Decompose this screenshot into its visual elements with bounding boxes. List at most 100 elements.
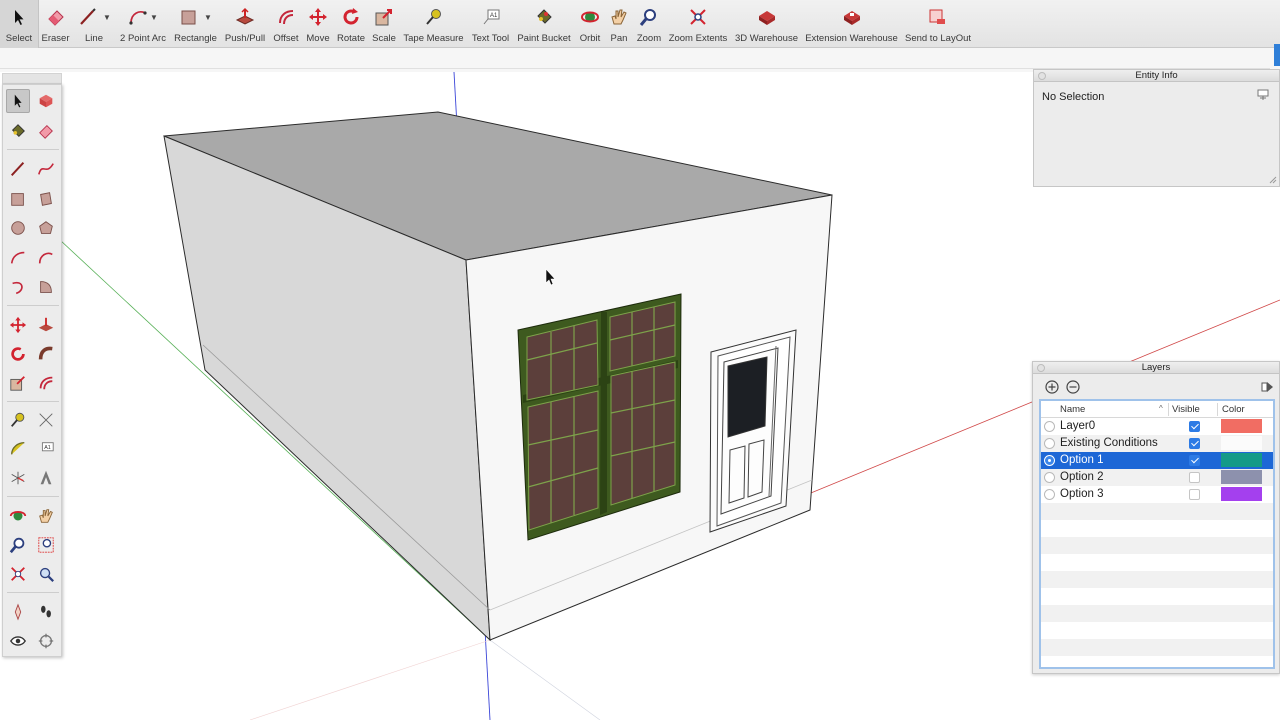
palette-two-point-arc-button[interactable] [34,246,58,270]
visibility-checkbox[interactable] [1189,489,1200,500]
panel-close-button[interactable] [1038,72,1046,80]
resize-grip-icon[interactable] [1269,176,1277,184]
text-tool-button[interactable]: A1 Text Tool [468,0,513,48]
palette-look-around-button[interactable] [6,629,30,653]
palette-three-point-arc-button[interactable] [6,275,30,299]
palette-scale-button[interactable] [6,371,30,395]
palette-axes-button[interactable] [6,466,30,490]
scale-tool-button[interactable]: Scale [369,0,399,48]
sketchup-window: { "toolbar": { "tools": [ {"label": "Sel… [0,0,1280,720]
palette-paint-bucket-button[interactable] [6,119,30,143]
push-pull-tool-button[interactable]: Push/Pull [224,0,266,48]
palette-pie-button[interactable] [34,275,58,299]
palette-zoom-window-button[interactable] [34,533,58,557]
door-model[interactable] [709,329,797,533]
divider [7,592,59,593]
palette-line-button[interactable] [6,157,30,181]
visibility-checkbox[interactable] [1189,421,1200,432]
column-header-visible[interactable]: Visible [1172,404,1200,415]
palette-follow-me-button[interactable] [34,342,58,366]
pan-tool-button[interactable]: Pan [606,0,632,48]
empty-row [1041,656,1273,667]
active-layer-radio[interactable] [1044,421,1055,432]
two-point-arc-tool-button[interactable]: ▼ 2 Point Arc [118,0,168,48]
text-tool-icon: A1 [41,442,54,452]
palette-orbit-button[interactable] [6,504,30,528]
select-tool-button[interactable]: Select [0,0,39,48]
layer-color-swatch[interactable] [1221,419,1262,433]
remove-layer-icon[interactable] [1066,380,1080,394]
palette-make-component-button[interactable] [34,89,58,113]
palette-select-button[interactable] [6,89,30,113]
layers-details-icon[interactable] [1260,380,1274,394]
paint-bucket-tool-button[interactable]: Paint Bucket [515,0,573,48]
rectangle-tool-button[interactable]: ▼ Rectangle [172,0,219,48]
layer-row[interactable]: Option 2 [1041,469,1273,486]
palette-rectangle-button[interactable] [6,187,30,211]
palette-move-button[interactable] [6,313,30,337]
palette-eraser-button[interactable] [34,119,58,143]
layer-row[interactable]: Layer0 [1041,418,1273,435]
palette-rotate-button[interactable] [6,342,30,366]
arc-icon [129,10,147,25]
window-edge-accent [1274,44,1280,66]
palette-zoom-button[interactable] [6,533,30,557]
layer-color-swatch[interactable] [1221,487,1262,501]
palette-zoom-extents-button[interactable] [6,562,30,586]
palette-walk-button[interactable] [34,600,58,624]
palette-offset-button[interactable] [34,371,58,395]
add-layer-icon[interactable] [1045,380,1059,394]
toggle-details-icon[interactable] [1257,89,1269,101]
layer-color-swatch[interactable] [1221,453,1262,467]
active-layer-radio[interactable] [1044,489,1055,500]
column-header-name[interactable]: Name [1060,404,1085,415]
eraser-tool-button[interactable]: Eraser [40,0,71,48]
layer-name[interactable]: Option 2 [1060,471,1103,483]
palette-arc-button[interactable] [6,246,30,270]
visibility-checkbox[interactable] [1189,472,1200,483]
palette-pan-button[interactable] [34,504,58,528]
palette-rotated-rectangle-button[interactable] [34,187,58,211]
active-layer-radio[interactable] [1044,455,1055,466]
column-header-color[interactable]: Color [1222,404,1245,415]
move-tool-button[interactable]: Move [303,0,333,48]
layer-color-swatch[interactable] [1221,470,1262,484]
layer-name[interactable]: Existing Conditions [1060,437,1158,449]
line-tool-button[interactable]: ▼ Line [74,0,114,48]
active-layer-radio[interactable] [1044,438,1055,449]
offset-tool-button[interactable]: Offset [270,0,302,48]
palette-freehand-button[interactable] [34,157,58,181]
palette-push-pull-button[interactable] [34,313,58,337]
extension-warehouse-button[interactable]: Extension Warehouse [804,0,899,48]
tape-measure-tool-button[interactable]: Tape Measure [402,0,465,48]
palette-polygon-button[interactable] [34,216,58,240]
palette-previous-view-button[interactable] [34,562,58,586]
layer-color-swatch[interactable] [1221,436,1262,450]
palette-circle-button[interactable] [6,216,30,240]
palette-dimension-button[interactable] [34,408,58,432]
zoom-tool-button[interactable]: Zoom [634,0,664,48]
palette-tape-measure-button[interactable] [6,408,30,432]
palette-text-button[interactable]: A1 [34,437,58,461]
dimension-icon [39,413,53,427]
layer-name[interactable]: Option 1 [1060,454,1103,466]
3d-warehouse-button[interactable]: 3D Warehouse [733,0,800,48]
zoom-extents-tool-button[interactable]: Zoom Extents [667,0,729,48]
orbit-tool-button[interactable]: Orbit [576,0,604,48]
palette-protractor-button[interactable] [6,437,30,461]
active-layer-radio[interactable] [1044,472,1055,483]
send-to-layout-button[interactable]: Send to LayOut [903,0,973,48]
tool-label: Pan [610,33,628,44]
visibility-checkbox[interactable] [1189,455,1200,466]
visibility-checkbox[interactable] [1189,438,1200,449]
palette-position-camera-button[interactable] [6,600,30,624]
layer-name[interactable]: Option 3 [1060,488,1103,500]
panel-close-button[interactable] [1037,364,1045,372]
layer-row[interactable]: Option 1 [1041,452,1273,469]
rotate-tool-button[interactable]: Rotate [334,0,368,48]
layer-row[interactable]: Existing Conditions [1041,435,1273,452]
layer-name[interactable]: Layer0 [1060,420,1095,432]
palette-3d-text-button[interactable] [34,466,58,490]
layer-row[interactable]: Option 3 [1041,486,1273,503]
palette-section-plane-button[interactable] [34,629,58,653]
